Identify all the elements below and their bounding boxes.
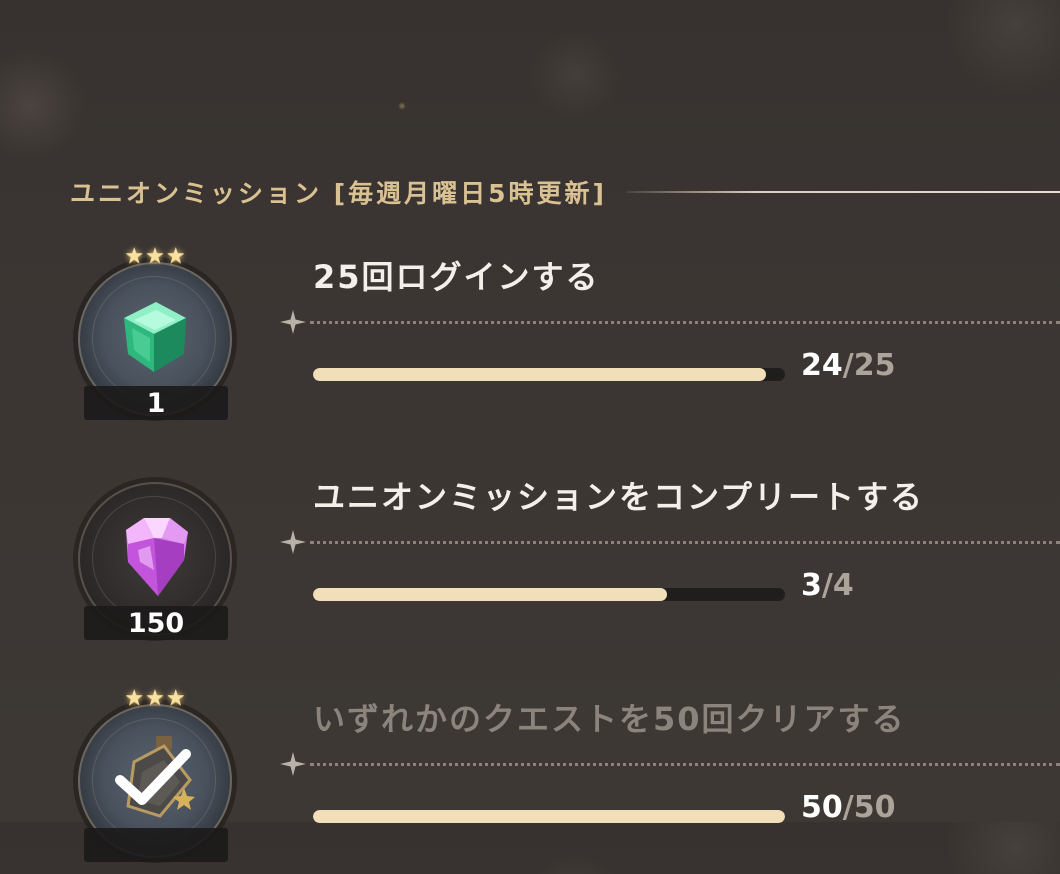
progress-goal: 50 xyxy=(853,790,896,825)
quantity-bar: 150 xyxy=(84,606,228,640)
progress-goal: 4 xyxy=(832,568,854,603)
mission-title: いずれかのクエストを50回クリアする xyxy=(313,700,906,738)
progress-bar xyxy=(313,810,785,823)
dotted-divider xyxy=(280,530,1060,554)
star-icon: ★ xyxy=(145,244,165,269)
mission-title: ユニオンミッションをコンプリートする xyxy=(313,478,925,516)
reward-badge[interactable]: 150 xyxy=(78,482,234,640)
star-icon: ★ xyxy=(124,244,145,269)
header-divider xyxy=(626,191,1060,193)
progress-count: 50/50 xyxy=(801,790,895,825)
star-icon: ★ xyxy=(165,244,186,269)
mission-card[interactable]: ★ ★ ★ いずれかのクエストを50回クリアする 50/50 xyxy=(0,686,1060,874)
mission-title: 25回ログインする xyxy=(313,258,600,296)
section-header: ユニオンミッション [毎週月曜日5時更新] xyxy=(70,172,1060,212)
progress-fill xyxy=(313,810,785,823)
progress-current: 3 xyxy=(801,568,822,603)
progress-count: 24/25 xyxy=(801,348,895,383)
progress-separator: / xyxy=(842,348,854,383)
reward-quantity: 150 xyxy=(127,608,185,639)
section-title: ユニオンミッション [毎週月曜日5時更新] xyxy=(70,179,607,208)
quantity-bar: 1 xyxy=(84,386,228,420)
sparkle-icon xyxy=(280,752,306,776)
progress-fill xyxy=(313,368,767,381)
progress-current: 24 xyxy=(801,348,843,383)
sparkle-icon xyxy=(280,310,306,334)
dotted-divider xyxy=(280,752,1060,776)
progress-count: 3/4 xyxy=(801,568,854,603)
progress-bar xyxy=(313,368,785,381)
sparkle-icon xyxy=(280,530,306,554)
star-icon: ★ xyxy=(165,686,186,711)
star-icon: ★ xyxy=(124,686,145,711)
mission-card[interactable]: ★ ★ ★ 1 25回ログインする 24/25 xyxy=(0,244,1060,432)
progress-fill xyxy=(313,588,667,601)
mission-card[interactable]: 150 ユニオンミッションをコンプリートする 3/4 xyxy=(0,472,1060,652)
star-icon: ★ xyxy=(145,686,165,711)
rarity-stars: ★ ★ ★ xyxy=(120,244,190,270)
reward-badge[interactable]: ★ ★ ★ 1 xyxy=(78,244,234,420)
progress-current: 50 xyxy=(801,790,843,825)
progress-bar xyxy=(313,588,785,601)
progress-goal: 25 xyxy=(853,348,896,383)
reward-badge[interactable]: ★ ★ ★ xyxy=(78,686,234,862)
dotted-divider xyxy=(280,310,1060,334)
progress-separator: / xyxy=(821,568,833,603)
quantity-bar xyxy=(84,828,228,862)
green-gem-icon xyxy=(124,302,186,372)
reward-quantity: 1 xyxy=(146,388,166,419)
check-icon xyxy=(115,749,191,805)
rarity-stars: ★ ★ ★ xyxy=(120,686,190,712)
progress-separator: / xyxy=(842,790,854,825)
pink-diamond-icon xyxy=(126,518,188,596)
